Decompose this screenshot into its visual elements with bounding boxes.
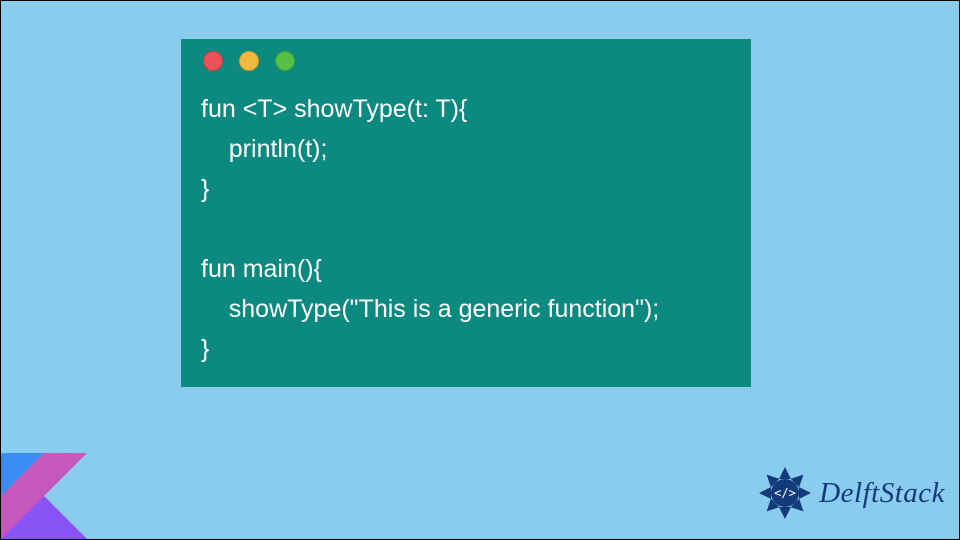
slide-canvas: fun <T> showType(t: T){ println(t); } fu… — [0, 0, 960, 540]
window-titlebar — [181, 39, 751, 83]
brand-badge: </> DelftStack — [757, 465, 945, 521]
brand-name: DelftStack — [819, 477, 945, 510]
close-icon — [203, 51, 223, 71]
svg-text:</>: </> — [774, 486, 796, 500]
code-block: fun <T> showType(t: T){ println(t); } fu… — [181, 83, 751, 373]
brand-logo-icon: </> — [757, 465, 813, 521]
code-window: fun <T> showType(t: T){ println(t); } fu… — [181, 39, 751, 387]
minimize-icon — [239, 51, 259, 71]
maximize-icon — [275, 51, 295, 71]
kotlin-logo-icon — [1, 453, 87, 539]
